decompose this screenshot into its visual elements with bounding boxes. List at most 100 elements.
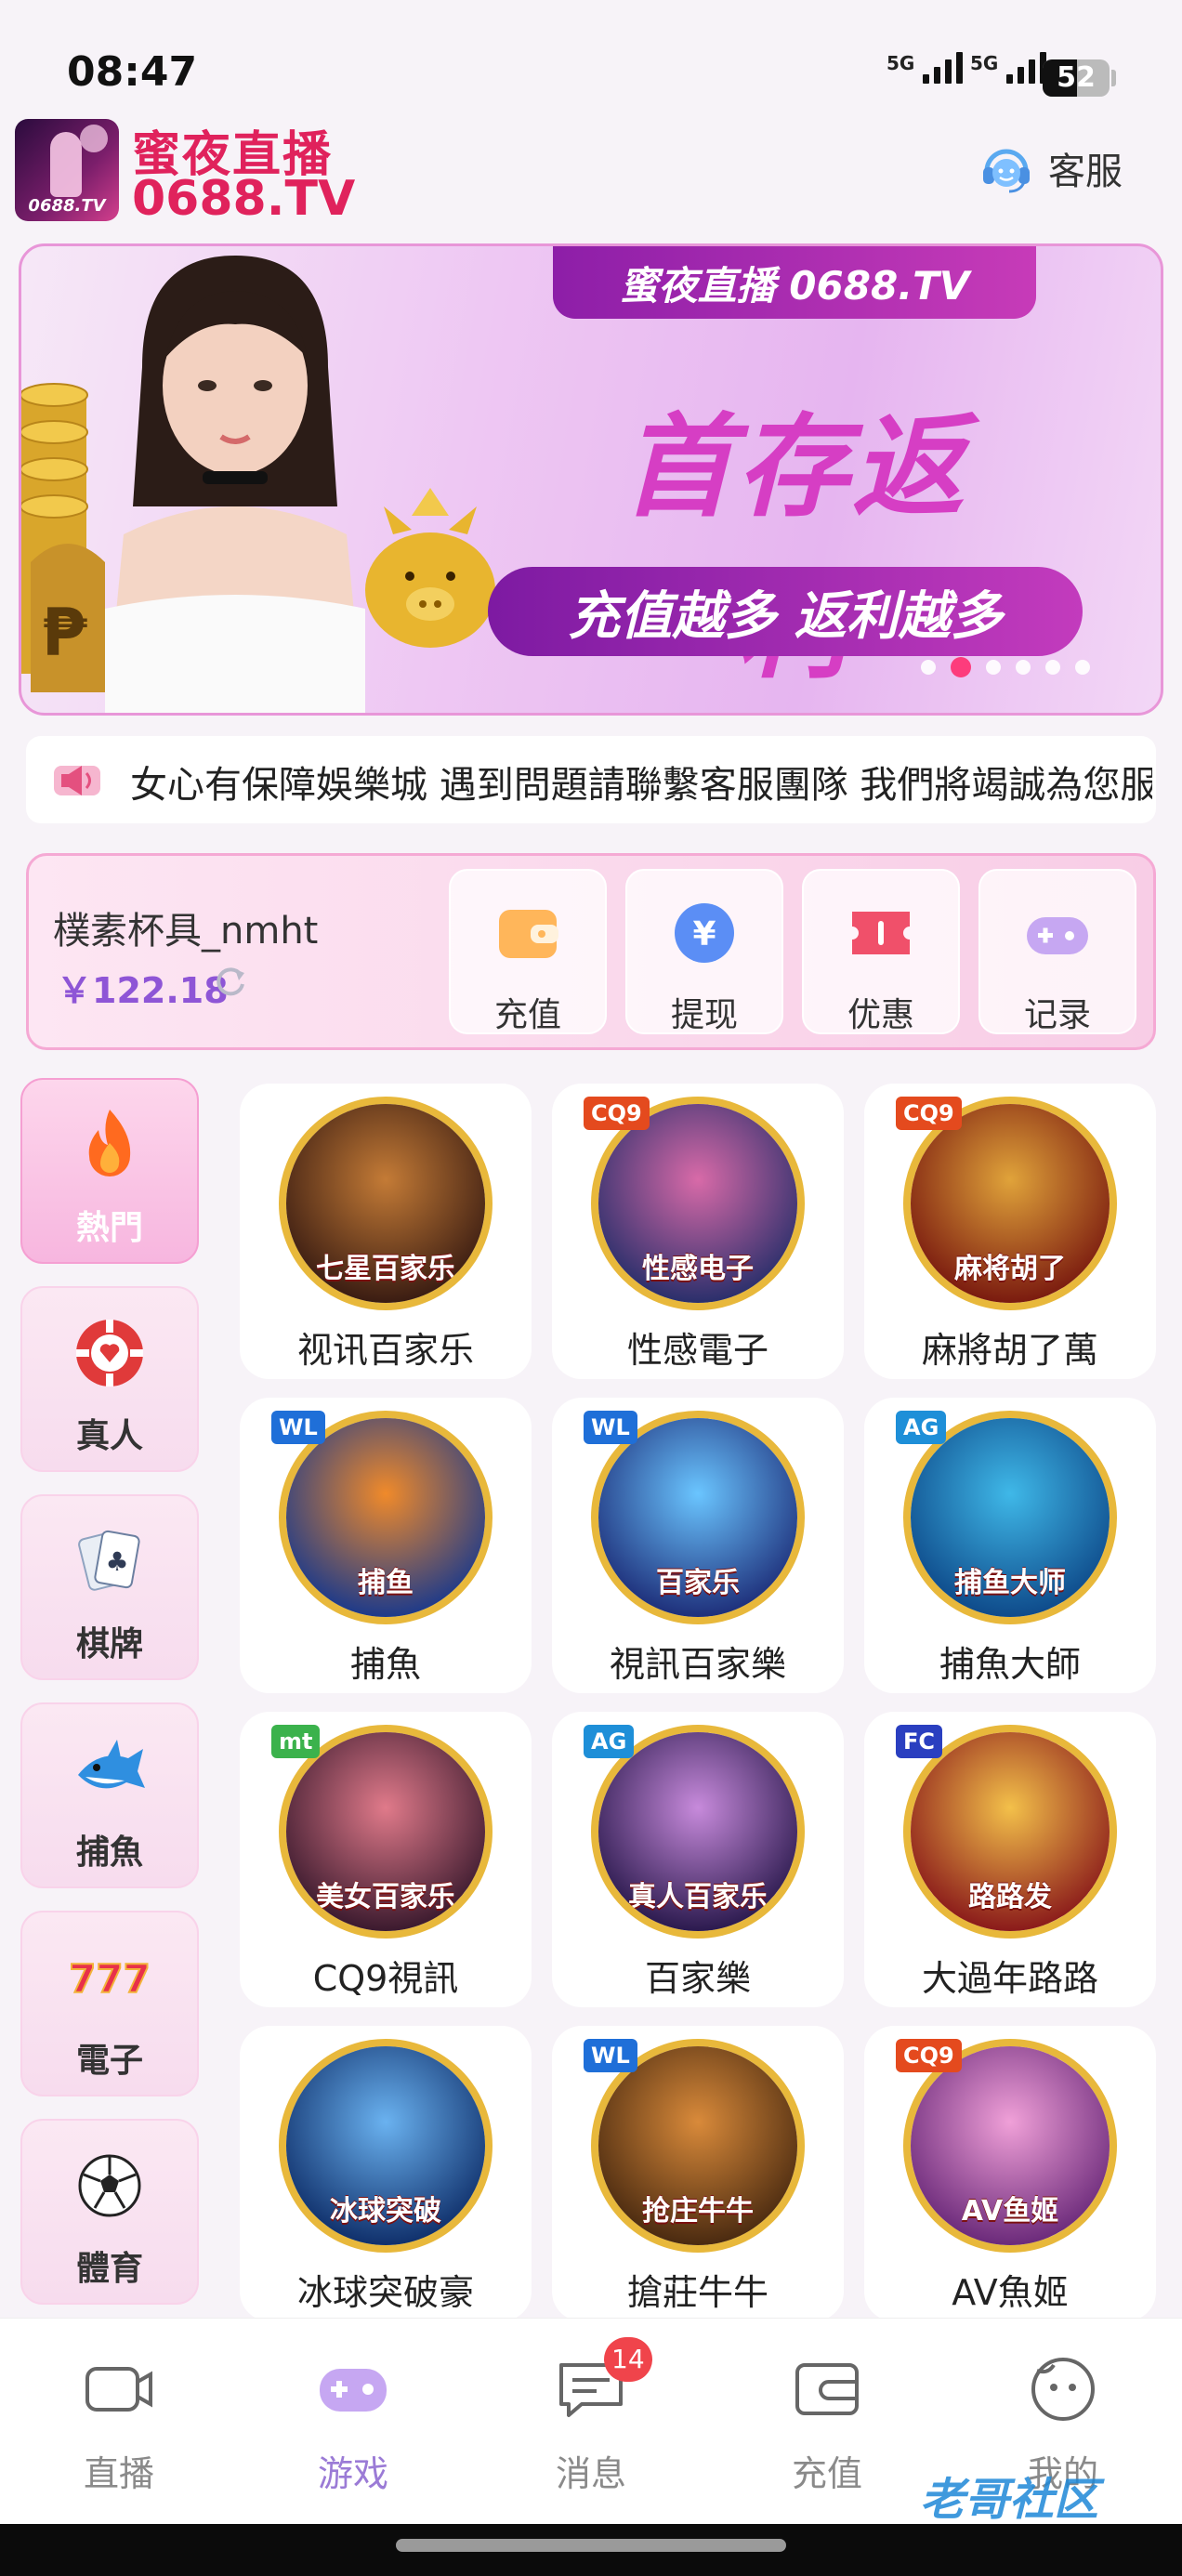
tab-live[interactable]: 直播 [35,2352,203,2501]
deposit-button[interactable]: 充值 [449,869,607,1034]
game-art-title: 捕鱼大师 [954,1567,1066,1599]
category-slots[interactable]: 777 電子 [20,1911,199,2096]
game-art-title: 真人百家乐 [628,1881,768,1913]
unread-badge: 14 [604,2337,652,2382]
game-card[interactable]: 美女百家乐 mt CQ9視訊 [240,1712,532,2007]
game-card[interactable]: AV鱼姬 CQ9 AV魚姬 [864,2026,1156,2321]
wallet-icon [499,910,558,958]
game-art-title: 抢庄牛牛 [642,2195,754,2228]
svg-text:♣: ♣ [105,1546,128,1577]
golden-pig-image [365,488,495,648]
carousel-dot[interactable] [951,657,971,677]
provider-badge: CQ9 [584,1097,650,1130]
game-name: 搶莊牛牛 [626,2272,768,2313]
carousel-dot[interactable] [1045,660,1060,675]
svg-text:¥: ¥ [692,915,716,953]
playing-cards-icon: ♣ [78,1530,140,1591]
game-card[interactable]: 抢庄牛牛 WL 搶莊牛牛 [552,2026,844,2321]
soccer-ball-icon [78,2154,141,2217]
game-name: 麻將胡了萬 [921,1330,1098,1371]
game-card[interactable]: 性感电子 CQ9 性感電子 [552,1084,844,1379]
provider-badge: CQ9 [896,2039,962,2072]
category-fishing[interactable]: 捕魚 [20,1702,199,1888]
game-card[interactable]: 捕鱼大师 AG 捕魚大師 [864,1398,1156,1693]
battery-icon: 52 [1043,59,1110,97]
game-card[interactable]: 路路发 FC 大過年路路 [864,1712,1156,2007]
signal-2-icon: 5G [970,52,1047,84]
customer-service-label: 客服 [1048,151,1123,193]
category-live[interactable]: 真人 [20,1286,199,1472]
game-art-title: 冰球突破 [330,2195,441,2228]
carousel-dot[interactable] [1075,660,1090,675]
provider-badge: CQ9 [896,1097,962,1130]
svg-text:777: 777 [71,1956,149,2002]
category-cards[interactable]: ♣ 棋牌 [20,1494,199,1680]
yen-coin-icon: ¥ [675,903,734,963]
tab-deposit[interactable]: 充值 [743,2352,911,2501]
carousel-dots[interactable] [921,657,1090,677]
game-art-title: 美女百家乐 [316,1881,455,1913]
game-art-title: 麻将胡了 [954,1253,1066,1285]
game-name: 大過年路路 [921,1958,1098,1999]
username: 樸素杯具_nmht [53,910,319,953]
promotions-button[interactable]: 优惠 [802,869,960,1034]
carousel-dot[interactable] [1016,660,1031,675]
announcement-marquee[interactable]: 女心有保障娛樂城 遇到問題請聯繫客服團隊 我們將竭誠為您服 [26,736,1156,823]
wallet-icon [795,2363,859,2415]
tab-games[interactable]: 游戏 [269,2352,437,2501]
game-name: CQ9視訊 [312,1958,459,1999]
poker-chip-icon [76,1320,143,1387]
records-button[interactable]: 记录 [978,869,1136,1034]
wallet-panel: 樸素杯具_nmht ￥122.18 充值 ¥ 提现 优惠 记录 [26,853,1156,1050]
game-card[interactable]: 百家乐 WL 視訊百家樂 [552,1398,844,1693]
game-name: 捕魚大師 [939,1644,1081,1685]
provider-badge: AG [896,1411,947,1444]
coupon-icon [852,912,910,954]
game-art-title: 路路发 [968,1881,1052,1913]
game-art-title: 百家乐 [656,1567,740,1599]
home-indicator[interactable] [396,2539,786,2552]
category-hot[interactable]: 熱門 [20,1078,199,1264]
tab-messages[interactable]: 14 消息 [507,2337,675,2501]
gamepad-icon [320,2369,387,2412]
slot-777-icon: 777 [71,1955,149,2003]
provider-badge: WL [584,1411,637,1444]
game-card[interactable]: 捕鱼 WL 捕魚 [240,1398,532,1693]
provider-badge: AG [584,1725,635,1758]
game-thumbnail: 冰球突破 [279,2039,492,2253]
customer-service-button[interactable]: 客服 [978,139,1123,197]
banner-subtitle: 充值越多 返利越多 [488,567,1083,656]
game-name: AV魚姬 [952,2272,1069,2313]
svg-text:₱: ₱ [42,595,87,671]
category-sports[interactable]: 體育 [20,2119,199,2305]
face-icon [1031,2358,1095,2421]
shark-icon [78,1740,145,1789]
game-card[interactable]: 七星百家乐 视讯百家乐 [240,1084,532,1379]
carousel-dot[interactable] [921,660,936,675]
promo-banner[interactable]: ₱ 蜜夜直播 0688.TV 首存返利 充值越多 返利越多 [19,243,1163,716]
game-name: 視訊百家樂 [609,1644,786,1685]
refresh-icon[interactable] [213,964,248,999]
signal-1-icon: 5G [886,52,964,84]
model-photo [105,256,365,713]
withdraw-button[interactable]: ¥ 提现 [625,869,783,1034]
game-card[interactable]: 麻将胡了 CQ9 麻將胡了萬 [864,1084,1156,1379]
game-card[interactable]: 冰球突破 冰球突破豪 [240,2026,532,2321]
headset-icon [983,149,1030,193]
provider-badge: WL [271,1411,325,1444]
game-thumbnail: 七星百家乐 [279,1097,492,1310]
game-art-title: 七星百家乐 [316,1253,455,1285]
provider-badge: FC [896,1725,943,1758]
brand-name-en: 0688.TV [132,171,356,227]
gamepad-icon [1027,917,1088,954]
game-card[interactable]: 真人百家乐 AG 百家樂 [552,1712,844,2007]
announcement-text: 女心有保障娛樂城 遇到問題請聯繫客服團隊 我們將竭誠為您服 [130,764,1152,807]
tv-icon [85,2367,152,2412]
game-art-title: AV鱼姬 [961,2195,1059,2228]
carousel-dot[interactable] [986,660,1001,675]
game-name: 百家樂 [644,1958,751,1999]
speaker-icon [54,766,100,795]
provider-badge: WL [584,2039,637,2072]
status-bar: 08:47 5G 5G 52 [0,0,1182,102]
provider-badge: mt [271,1725,321,1758]
